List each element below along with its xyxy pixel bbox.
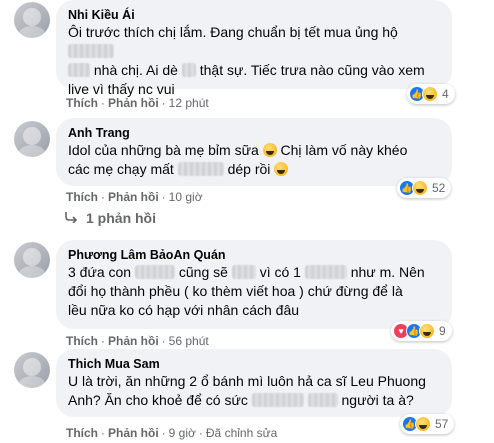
redacted-text	[177, 162, 224, 176]
laughing-face-icon	[422, 86, 438, 102]
comment-actions: Thích · Phản hồi · 9 giờ · Đã chỉnh sửa	[66, 426, 278, 440]
laughing-face-icon	[412, 180, 428, 196]
redacted-text	[251, 393, 304, 407]
comment-text-fragment: vì có 1	[259, 264, 301, 280]
comment-timestamp[interactable]: 9 giờ	[169, 426, 196, 440]
comment-text-line: U là trời, ăn những 2 ổ bánh mì luôn hả …	[68, 372, 440, 391]
comment-text-line: Idol của những bà mẹ bỉm sữa Chị làm vố …	[68, 141, 440, 160]
reaction-count: 4	[442, 87, 449, 101]
comment-timestamp[interactable]: 56 phút	[169, 334, 209, 348]
comment-text-fragment: Idol của những bà mẹ bỉm sữa	[68, 142, 259, 158]
comment-text-line: Ôi trước thích chị lắm. Đang chuẩn bị tế…	[68, 23, 440, 61]
comment-text-fragment: dép rồi	[227, 161, 271, 177]
avatar[interactable]	[14, 352, 50, 388]
comment-text-line: 3 đứa con cũng sẽ vì có 1 như m. Nên	[68, 263, 440, 282]
comment-text-line: nhà chị. Ai dè thật sự. Tiếc trưa nào cũ…	[68, 61, 440, 80]
comment-text-fragment: nhà chị. Ai dè	[93, 62, 178, 78]
replies-count-label: 1 phản hồi	[86, 210, 156, 226]
comment-text-fragment: thật sự. Tiếc trưa nào cũng vào xem	[199, 62, 425, 78]
reply-button[interactable]: Phản hồi	[108, 190, 159, 204]
comment-text-line: lều nữa ko có hạp với nhân cách đâu	[68, 301, 440, 320]
reply-button[interactable]: Phản hồi	[108, 96, 159, 110]
emoji-icon	[274, 162, 289, 176]
comment-text-fragment: như m. Nên	[350, 264, 425, 280]
comment-bubble: Thich Mua Sam U là trời, ăn những 2 ổ bá…	[56, 349, 452, 417]
comment-text-fragment: Chị làm vố này khéo	[280, 142, 408, 158]
comment-author[interactable]: Thich Mua Sam	[68, 356, 440, 372]
redacted-text	[181, 63, 196, 77]
comment-timestamp[interactable]: 10 giờ	[169, 190, 203, 204]
avatar[interactable]	[14, 2, 50, 38]
reaction-summary[interactable]: ♥ 👍 9	[391, 321, 452, 341]
avatar[interactable]	[14, 121, 50, 157]
comment-text-fragment: các mẹ chạy mất	[68, 161, 174, 177]
comment-text-line: đổi họ thành phều ( ko thèm viết hoa ) c…	[68, 282, 440, 301]
comment-text-fragment: U là trời, ăn những 2 ổ bánh mì luôn hả …	[68, 373, 426, 389]
redacted-text	[307, 393, 338, 407]
reply-button[interactable]: Phản hồi	[108, 426, 159, 440]
comment-text: 3 đứa con cũng sẽ vì có 1 như m. Nên đổi …	[68, 263, 440, 320]
comment-text-fragment: đổi họ thành phều ( ko thèm viết hoa ) c…	[68, 283, 403, 299]
comment-text-fragment: Anh? Ăn cho khoẻ để có sức	[68, 392, 248, 408]
comment-bubble: Anh Trang Idol của những bà mẹ bỉm sữa C…	[56, 118, 452, 186]
comment-text: Ôi trước thích chị lắm. Đang chuẩn bị tế…	[68, 23, 440, 99]
comment-actions: Thích · Phản hồi · 12 phút	[66, 96, 209, 110]
comment-author[interactable]: Anh Trang	[68, 125, 440, 141]
comment-text-fragment: cũng sẽ	[178, 264, 228, 280]
like-button[interactable]: Thích	[66, 426, 98, 440]
reply-button[interactable]: Phản hồi	[108, 334, 159, 348]
comment-text-fragment: 3 đứa con	[68, 264, 132, 280]
comment-author[interactable]: Nhi Kiều Ái	[68, 7, 440, 23]
like-button[interactable]: Thích	[66, 190, 98, 204]
redacted-text	[231, 265, 256, 279]
laughing-face-icon	[419, 323, 435, 339]
laughing-face-icon	[415, 416, 431, 432]
reaction-count: 9	[439, 324, 446, 338]
comment-text-fragment: Ôi trước thích chị lắm. Đang chuẩn bị tế…	[68, 24, 398, 40]
comment-text-fragment: lều nữa ko có hạp với nhân cách đâu	[68, 302, 300, 318]
edited-label[interactable]: Đã chỉnh sửa	[206, 426, 277, 440]
reaction-summary[interactable]: 👍 52	[397, 178, 452, 198]
comment-text-fragment: người ta à?	[341, 392, 414, 408]
redacted-text	[68, 63, 90, 77]
like-button[interactable]: Thích	[66, 334, 98, 348]
reply-arrow-icon	[64, 210, 78, 226]
comment-timestamp[interactable]: 12 phút	[169, 96, 209, 110]
emoji-icon	[262, 143, 277, 157]
comment-bubble: Nhi Kiều Ái Ôi trước thích chị lắm. Đang…	[56, 0, 452, 97]
redacted-text	[134, 265, 175, 279]
comment-text: U là trời, ăn những 2 ổ bánh mì luôn hả …	[68, 372, 440, 410]
redacted-text	[68, 44, 114, 58]
reaction-summary[interactable]: 👍 4	[407, 84, 455, 104]
view-replies-link[interactable]: 1 phản hồi	[64, 210, 156, 226]
comment-author[interactable]: Phương Lâm BảoAn Quán	[68, 247, 440, 263]
avatar[interactable]	[14, 242, 50, 278]
comment-text-line: các mẹ chạy mất dép rồi	[68, 160, 440, 179]
redacted-text	[304, 265, 347, 279]
like-button[interactable]: Thích	[66, 96, 98, 110]
reaction-summary[interactable]: 👍 57	[400, 414, 455, 434]
reaction-count: 52	[432, 181, 446, 195]
comment-text-fragment: live vì thấy nc vui	[68, 81, 175, 97]
reaction-count: 57	[435, 417, 449, 431]
comment-text: Idol của những bà mẹ bỉm sữa Chị làm vố …	[68, 141, 440, 179]
comment-text-line: Anh? Ăn cho khoẻ để có sức người ta à?	[68, 391, 440, 410]
comment-actions: Thích · Phản hồi · 10 giờ	[66, 190, 203, 204]
comment-actions: Thích · Phản hồi · 56 phút	[66, 334, 209, 348]
comment-bubble: Phương Lâm BảoAn Quán 3 đứa con cũng sẽ …	[56, 240, 452, 329]
